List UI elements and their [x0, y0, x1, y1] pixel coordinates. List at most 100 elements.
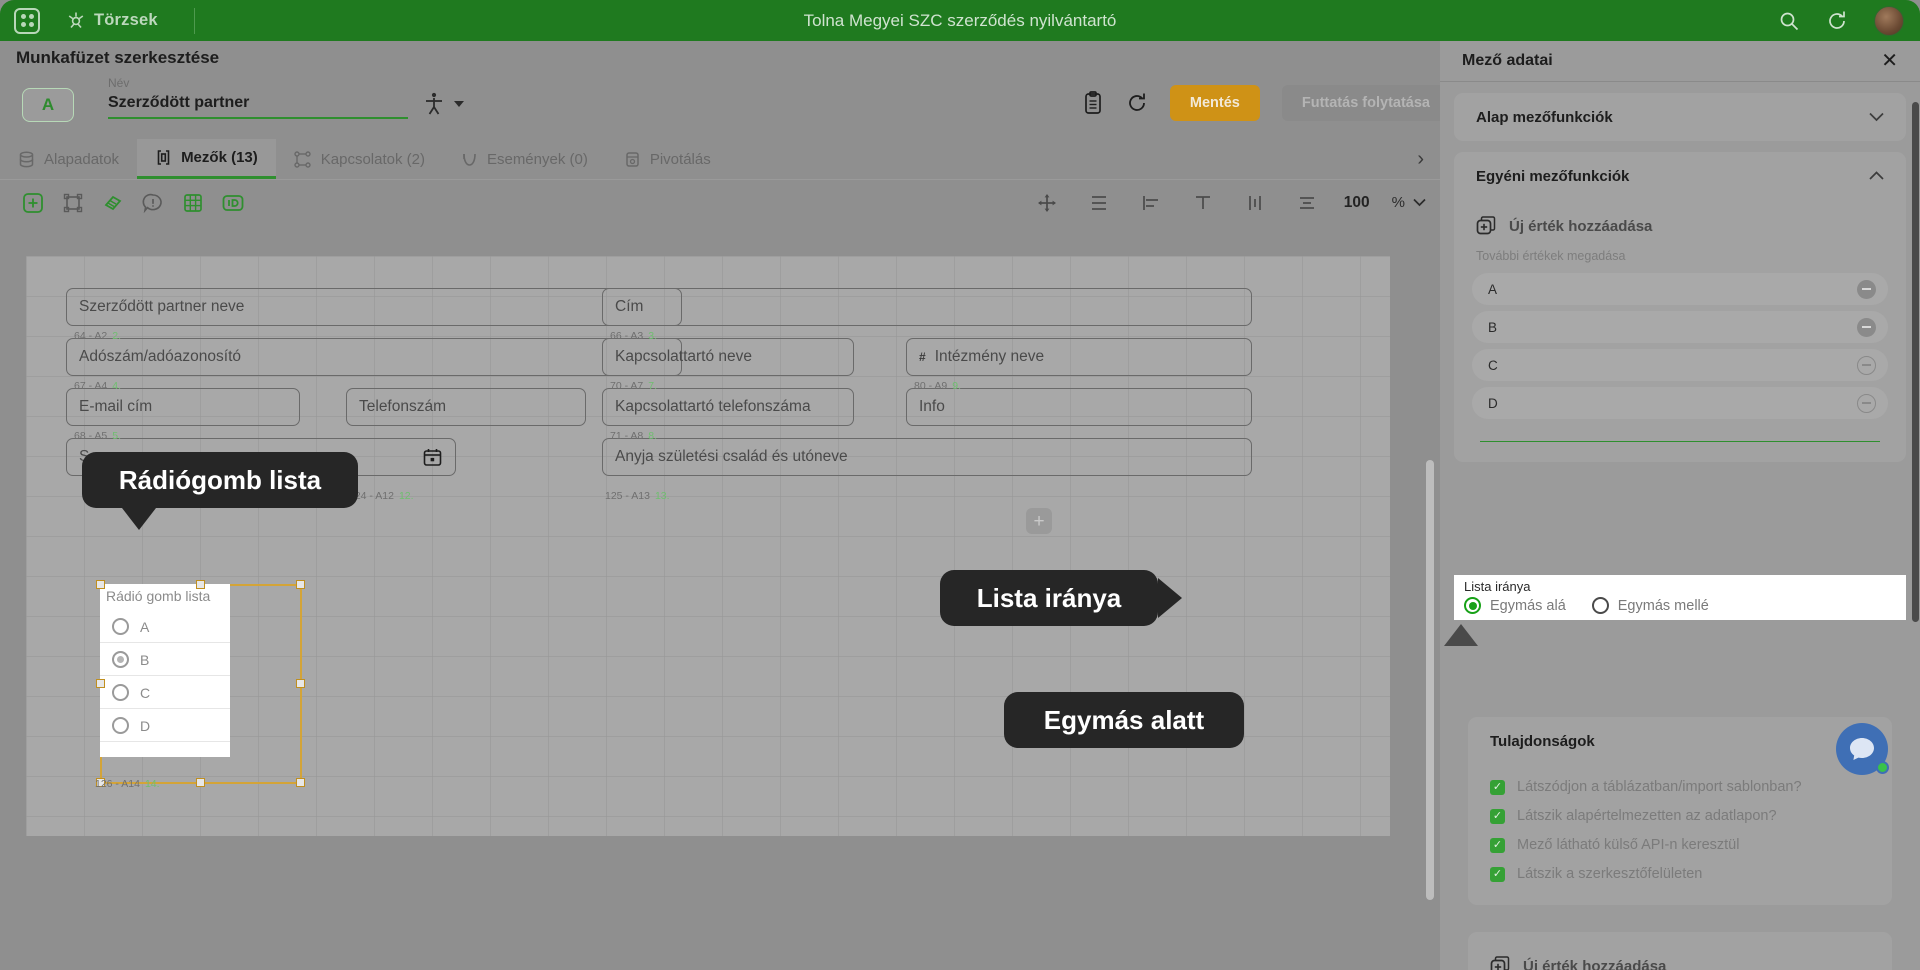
- canvas-field[interactable]: Telefonszám: [346, 388, 586, 426]
- radio-label: B: [140, 651, 150, 668]
- section-header[interactable]: Egyéni mezőfunkciók: [1454, 152, 1906, 200]
- tab-pivotalas[interactable]: Pivotálás: [606, 139, 729, 179]
- frame-icon[interactable]: [58, 188, 88, 218]
- custom-value-label: B: [1488, 319, 1498, 335]
- minus-circle-icon[interactable]: [1857, 279, 1876, 299]
- property-checkbox-row[interactable]: ✓ Mező látható külső API-n keresztül: [1490, 837, 1870, 853]
- custom-value-row[interactable]: D: [1472, 387, 1888, 419]
- resize-handle[interactable]: [296, 679, 305, 688]
- radio-option[interactable]: C: [112, 684, 150, 701]
- radio-label: D: [140, 717, 151, 734]
- name-input[interactable]: Szerződött partner: [108, 90, 408, 119]
- section-divider: [1480, 441, 1880, 442]
- resize-handle[interactable]: [296, 580, 305, 589]
- checkbox-checked-icon[interactable]: ✓: [1490, 779, 1505, 795]
- add-value-button-bottom[interactable]: Új érték hozzáadása: [1468, 932, 1892, 970]
- checkbox-checked-icon[interactable]: ✓: [1490, 808, 1505, 824]
- events-icon: [463, 153, 476, 166]
- canvas-add-row-button[interactable]: +: [1026, 508, 1052, 534]
- resize-handle[interactable]: [196, 778, 205, 787]
- property-checkbox-row[interactable]: ✓ Látszódjon a táblázatban/import sablonb…: [1490, 779, 1870, 795]
- field-tag: 66 - A3 3.: [610, 330, 658, 342]
- distribute-vertical-icon[interactable]: [1084, 188, 1114, 218]
- add-field-icon[interactable]: [18, 188, 48, 218]
- apps-grid-icon[interactable]: [14, 7, 40, 34]
- tag-icon[interactable]: [98, 188, 128, 218]
- minus-circle-icon[interactable]: [1857, 393, 1876, 413]
- minus-circle-icon[interactable]: [1857, 317, 1876, 337]
- custom-value-row[interactable]: A: [1472, 273, 1888, 305]
- chat-button[interactable]: [1836, 723, 1889, 775]
- refresh-icon[interactable]: [1826, 10, 1848, 32]
- canvas-field[interactable]: 66 - A3 3. Kapcsolattartó neve: [602, 330, 854, 376]
- radio-option[interactable]: A: [112, 618, 149, 635]
- accessibility-control[interactable]: [424, 92, 464, 116]
- tab-kapcsolatok[interactable]: Kapcsolatok (2): [276, 139, 443, 179]
- chevron-down-icon: [1413, 198, 1426, 207]
- tab-alapadatok[interactable]: Alapadatok: [0, 139, 137, 179]
- canvas-field[interactable]: 80 - A9 9. Info: [906, 380, 1252, 426]
- resize-handle[interactable]: [296, 778, 305, 787]
- section-alap-mezofunkciok[interactable]: Alap mezőfunkciók: [1454, 93, 1906, 141]
- radio-egymas-ala[interactable]: Egymás alá: [1464, 597, 1566, 614]
- minus-circle-icon[interactable]: [1857, 355, 1876, 375]
- list-direction-group: Lista iránya Egymás alá Egymás mellé: [1454, 575, 1906, 620]
- top-bar-left: Törzsek: [0, 7, 195, 34]
- workbook-badge[interactable]: A: [22, 88, 74, 122]
- property-checkbox-row[interactable]: ✓ Látszik a szerkesztőfelületen: [1490, 866, 1870, 882]
- align-top-icon[interactable]: [1188, 188, 1218, 218]
- user-avatar[interactable]: [1874, 5, 1904, 36]
- section-header[interactable]: Alap mezőfunkciók: [1454, 93, 1906, 141]
- table-icon[interactable]: [178, 188, 208, 218]
- app-title: Tolna Megyei SZC szerződés nyilvántartó: [803, 10, 1117, 30]
- canvas-field[interactable]: 70 - A7 7. Kapcsolattartó telefonszáma: [602, 380, 854, 426]
- radio-option[interactable]: B: [112, 651, 149, 668]
- calendar-icon[interactable]: [423, 448, 442, 467]
- resize-handle[interactable]: [96, 679, 105, 688]
- tab-label: Alapadatok: [44, 150, 120, 168]
- save-button[interactable]: Mentés: [1169, 85, 1260, 121]
- custom-value-label: D: [1488, 395, 1498, 411]
- center-horizontal-icon[interactable]: [1240, 188, 1270, 218]
- continue-run-button[interactable]: Futtatás folytatása: [1281, 85, 1450, 121]
- move-icon[interactable]: [1032, 188, 1062, 218]
- property-checkbox-row[interactable]: ✓ Látszik alapértelmezetten az adatlapon?: [1490, 808, 1870, 824]
- canvas-field[interactable]: 71 - A8 8. Anyja születési család és utóne…: [602, 430, 1252, 476]
- zoom-unit-selector[interactable]: %: [1392, 194, 1426, 211]
- canvas-radio-list-widget[interactable]: Rádió gomb lista A B C D: [96, 580, 305, 787]
- align-left-icon[interactable]: [1136, 188, 1166, 218]
- brand-link[interactable]: Törzsek: [66, 11, 158, 31]
- search-icon[interactable]: [1778, 10, 1800, 32]
- id-icon[interactable]: [218, 188, 248, 218]
- checkbox-checked-icon[interactable]: ✓: [1490, 837, 1505, 853]
- close-icon[interactable]: ✕: [1881, 51, 1898, 71]
- tabs-overflow-chevron-right-icon[interactable]: ›: [1417, 148, 1424, 171]
- resize-handle[interactable]: [196, 580, 205, 589]
- canvas-vertical-scrollbar[interactable]: [1426, 460, 1434, 900]
- canvas-field[interactable]: 64 - A2 2. Adószám/adóazonosító: [66, 330, 682, 376]
- resize-handle[interactable]: [96, 580, 105, 589]
- tab-mezok[interactable]: Mezők (13): [137, 139, 276, 179]
- clipboard-icon[interactable]: [1082, 91, 1104, 115]
- add-value-button[interactable]: Új érték hozzáadása: [1454, 200, 1906, 241]
- custom-value-row[interactable]: C: [1472, 349, 1888, 381]
- alert-icon[interactable]: [138, 188, 168, 218]
- canvas-field[interactable]: # Intézmény neve: [906, 338, 1252, 376]
- reload-icon[interactable]: [1126, 92, 1148, 114]
- tab-esemenyek[interactable]: Események (0): [443, 139, 606, 179]
- form-designer-canvas-area[interactable]: + Szerződött partner neve Cím 64 - A2 2. Adó…: [0, 224, 1440, 970]
- canvas-field[interactable]: Cím: [602, 288, 1252, 326]
- panel-vertical-scrollbar[interactable]: [1911, 82, 1920, 970]
- canvas-field[interactable]: Szerződött partner neve: [66, 288, 682, 326]
- radio-egymas-melle[interactable]: Egymás mellé: [1591, 597, 1709, 614]
- checkbox-checked-icon[interactable]: ✓: [1490, 866, 1505, 882]
- canvas-field[interactable]: 67 - A4 4. E-mail cím: [66, 380, 300, 426]
- custom-value-row[interactable]: B: [1472, 311, 1888, 343]
- zoom-value[interactable]: 100: [1344, 194, 1370, 212]
- field-label: Kapcsolattartó telefonszáma: [615, 398, 811, 415]
- radio-option[interactable]: D: [112, 717, 150, 734]
- form-canvas[interactable]: + Szerződött partner neve Cím 64 - A2 2. Adó…: [26, 256, 1390, 836]
- align-center-icon[interactable]: [1292, 188, 1322, 218]
- section-header[interactable]: Tulajdonságok: [1468, 717, 1892, 765]
- radio-unselected-icon: [1591, 597, 1609, 614]
